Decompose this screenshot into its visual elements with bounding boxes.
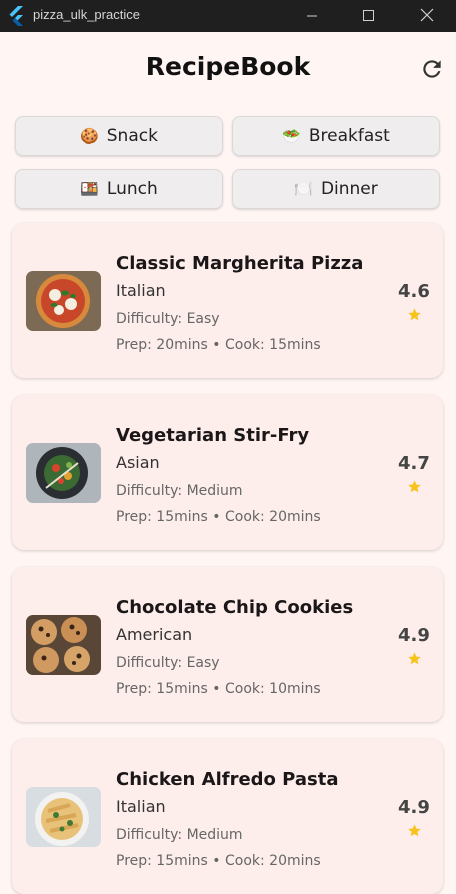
recipe-image	[26, 271, 101, 331]
category-label: Lunch	[106, 179, 158, 199]
category-label: Dinner	[320, 179, 378, 199]
recipe-rating: 4.7	[398, 453, 430, 474]
recipe-time: Prep: 15mins • Cook: 10mins	[116, 681, 321, 697]
star-icon	[408, 480, 421, 493]
recipe-image	[26, 443, 101, 503]
recipe-name: Classic Margherita Pizza	[116, 253, 364, 274]
minimize-button[interactable]	[289, 0, 335, 32]
recipe-time: Prep: 15mins • Cook: 20mins	[116, 853, 321, 869]
refresh-icon[interactable]	[419, 56, 445, 82]
recipe-rating: 4.9	[398, 797, 430, 818]
salad-icon: 🥗	[282, 127, 301, 145]
recipe-image	[26, 615, 101, 675]
recipe-cuisine: Italian	[116, 797, 166, 816]
star-icon	[408, 308, 421, 321]
recipe-card[interactable]: Chicken Alfredo Pasta Italian Difficulty…	[12, 739, 443, 894]
maximize-icon	[363, 10, 374, 21]
recipe-rating: 4.9	[398, 625, 430, 646]
recipe-time: Prep: 20mins • Cook: 15mins	[116, 337, 321, 353]
maximize-button[interactable]	[345, 0, 391, 32]
recipe-image	[26, 787, 101, 847]
recipe-card[interactable]: Classic Margherita Pizza Italian Difficu…	[12, 223, 443, 378]
star-icon	[408, 652, 421, 665]
recipe-difficulty: Difficulty: Easy	[116, 311, 220, 327]
category-snack-button[interactable]: 🍪 Snack	[15, 116, 223, 156]
recipe-time: Prep: 15mins • Cook: 20mins	[116, 509, 321, 525]
close-icon	[420, 8, 434, 22]
recipe-difficulty: Difficulty: Medium	[116, 483, 243, 499]
recipe-card[interactable]: Chocolate Chip Cookies American Difficul…	[12, 567, 443, 722]
category-label: Breakfast	[308, 126, 390, 146]
window-titlebar: pizza_ulk_practice	[0, 0, 456, 32]
category-label: Snack	[106, 126, 158, 146]
recipe-cuisine: Asian	[116, 453, 160, 472]
recipe-name: Chocolate Chip Cookies	[116, 597, 354, 618]
app-bar: RecipeBook	[0, 32, 456, 108]
recipe-name: Vegetarian Stir-Fry	[116, 425, 310, 446]
category-dinner-button[interactable]: 🍽️ Dinner	[232, 169, 440, 209]
recipe-cuisine: Italian	[116, 281, 166, 300]
recipe-difficulty: Difficulty: Easy	[116, 655, 220, 671]
recipe-card[interactable]: Vegetarian Stir-Fry Asian Difficulty: Me…	[12, 395, 443, 550]
recipe-rating: 4.6	[398, 281, 430, 302]
app-title: RecipeBook	[145, 52, 311, 81]
cookie-icon: 🍪	[80, 127, 99, 145]
category-breakfast-button[interactable]: 🥗 Breakfast	[232, 116, 440, 156]
category-lunch-button[interactable]: 🍱 Lunch	[15, 169, 223, 209]
plate-icon: 🍽️	[294, 180, 313, 198]
window-title: pizza_ulk_practice	[33, 7, 140, 22]
star-icon	[408, 824, 421, 837]
bento-icon: 🍱	[80, 180, 99, 198]
recipe-name: Chicken Alfredo Pasta	[116, 769, 339, 790]
recipe-difficulty: Difficulty: Medium	[116, 827, 243, 843]
close-button[interactable]	[403, 0, 449, 32]
minimize-icon	[307, 15, 317, 17]
flutter-logo-icon	[9, 6, 23, 26]
recipe-cuisine: American	[116, 625, 193, 644]
